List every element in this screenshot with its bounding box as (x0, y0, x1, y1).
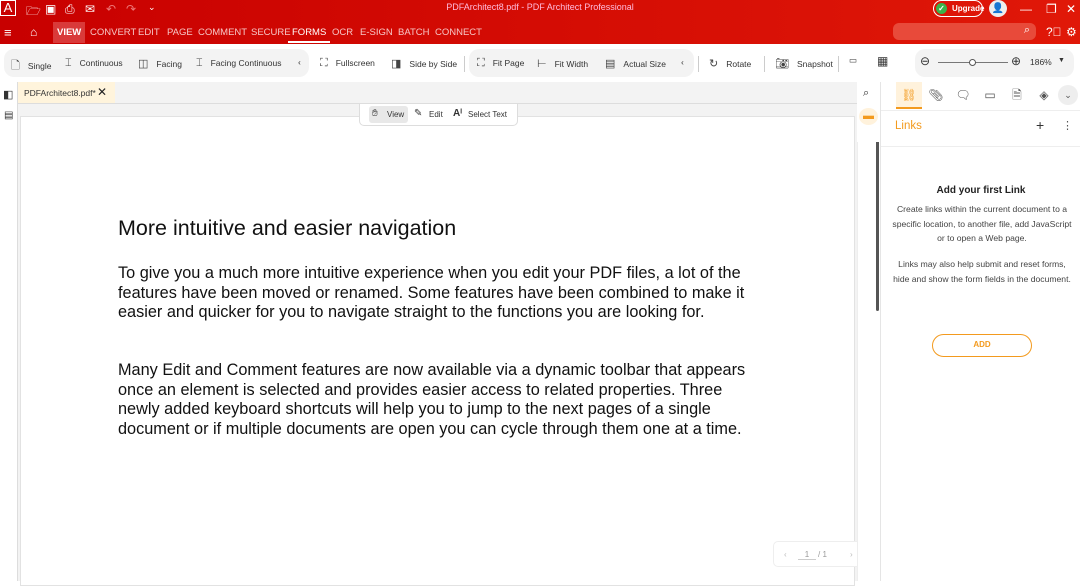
title-bar: A 🗁 ▣ ⎙ ✉ ↶ ↷ ⌄ PDFArchitect8.pdf - PDF … (0, 0, 1080, 44)
tab-e-sign[interactable]: E-SIGN (356, 22, 397, 43)
more-options-icon[interactable]: ⋮ (1062, 119, 1073, 132)
tab-convert[interactable]: CONVERT (86, 22, 140, 43)
tab-view[interactable]: VIEW (53, 22, 86, 43)
search-input[interactable]: ⌕ (893, 23, 1036, 40)
restore-icon[interactable]: ❐ (1046, 2, 1057, 16)
document-tab[interactable]: PDFArchitect8.pdf* ✕ (18, 82, 115, 103)
search-icon: ⌕ (1023, 24, 1030, 36)
empty-state-text: Links may also help submit and reset for… (893, 259, 1071, 284)
page-heading: More intuitive and easier navigation (118, 216, 457, 240)
more-chevron-icon[interactable]: ⌄ (1058, 85, 1078, 105)
zoom-out-icon[interactable]: ⊖ (920, 54, 930, 68)
menu-icon[interactable]: ≡ (4, 25, 12, 40)
side-by-side-icon: ◨ (391, 58, 402, 70)
pencil-icon: ✎ (414, 108, 423, 119)
fit-page-button[interactable]: ⛶ Fit Page (477, 57, 524, 70)
fit-page-icon: ⛶ (477, 57, 485, 69)
snapshot-button[interactable]: 📷︎ Snapshot (775, 57, 833, 70)
fit-width-icon: ⊢ (537, 58, 547, 70)
paragraph: Many Edit and Comment features are now a… (118, 361, 746, 438)
pdf-page (20, 116, 855, 586)
actual-size-button[interactable]: ▤ Actual Size (605, 57, 666, 70)
fullscreen-button[interactable]: ⛶ Fullscreen (320, 57, 375, 70)
links-panel: ⛓ 📎︎ 🗨 ▭ 🗎 ◈ ⌄ Links + ⋮ Add your first … (880, 82, 1080, 581)
tab-comment[interactable]: COMMENT (194, 22, 251, 43)
document-tabs: PDFArchitect8.pdf* ✕ (18, 82, 857, 104)
document-area (18, 104, 857, 586)
comment-icon[interactable]: 🗨 (950, 82, 976, 109)
select-text-button[interactable]: Select Text (468, 110, 507, 119)
hand-icon: ✋︎ (372, 108, 378, 119)
add-link-button[interactable]: ADD (932, 334, 1032, 357)
single-button[interactable]: 🗋 Single (11, 57, 52, 76)
edit-mode-button[interactable]: Edit (429, 110, 443, 119)
close-tab-icon[interactable]: ✕ (97, 85, 107, 99)
grid-icon[interactable]: ▦ (877, 54, 888, 68)
actual-size-icon: ▤ (605, 58, 616, 70)
zoom-in-icon[interactable]: ⊕ (1011, 54, 1021, 68)
side-by-side-button[interactable]: ◨ Side by Side (391, 57, 457, 70)
rotate-icon: ↻ (709, 58, 719, 70)
zoom-dropdown-icon[interactable]: ▼ (1058, 57, 1065, 64)
check-icon: ✓ (936, 3, 947, 14)
view-mode-button[interactable]: View (387, 110, 404, 119)
empty-state-heading: Add your first Link (936, 185, 1026, 196)
help-icon[interactable]: ?⃝ (1046, 25, 1062, 39)
prev-page-icon[interactable]: ‹ (784, 550, 787, 559)
page-total: / 1 (818, 550, 827, 559)
signature-icon[interactable]: 🗎 (1004, 82, 1030, 109)
close-icon[interactable]: ✕ (1066, 2, 1076, 16)
link-icon[interactable]: ⛓ (896, 82, 922, 109)
continuous-icon: ⌶ (65, 57, 72, 69)
page-navigator: ‹ 1 / 1 › (773, 541, 865, 567)
gear-icon[interactable]: ⚙ (1066, 25, 1077, 39)
tab-connect[interactable]: CONNECT (431, 22, 486, 43)
facing-button[interactable]: ◫ Facing (138, 57, 182, 70)
add-link-icon[interactable]: + (1036, 117, 1044, 133)
view-toolbar: 🗋 Single ⌶ Continuous ◫ Facing ⌶ Facing Cont… (0, 44, 1080, 82)
panel-toggle-icon[interactable]: ◧ (3, 88, 13, 101)
zoom-level[interactable]: 186% (1030, 57, 1052, 67)
fit-width-button[interactable]: ⊢ Fit Width (537, 57, 588, 70)
tab-batch[interactable]: BATCH (394, 22, 434, 43)
upgrade-button[interactable]: ✓ Upgrade (933, 0, 985, 17)
camera-icon: 📷︎ (775, 58, 789, 70)
tab-page[interactable]: PAGE (163, 22, 197, 43)
next-page-icon[interactable]: › (850, 550, 853, 559)
paragraph: To give you a much more intuitive experi… (118, 264, 745, 322)
left-sidebar: ◧ ▤ (0, 82, 18, 581)
tab-ocr[interactable]: OCR (328, 22, 357, 43)
zoom-slider-handle[interactable] (969, 59, 976, 66)
fullscreen-icon: ⛶ (320, 57, 328, 69)
pages-icon[interactable]: ▤ (4, 110, 13, 121)
search-icon[interactable]: ⌕ (863, 87, 869, 100)
empty-state-text: Create links within the current document… (892, 204, 1072, 243)
links-panel-icon[interactable]: ▬ (859, 108, 878, 125)
mode-toolbar: ✋︎ View ✎ Edit Aᴵ Select Text (359, 104, 518, 126)
attachment-icon[interactable]: 📎︎ (923, 82, 949, 109)
facing-icon: ◫ (138, 58, 149, 70)
avatar[interactable]: 👤 (989, 0, 1007, 17)
facing-continuous-icon: ⌶ (196, 57, 203, 69)
collapse-chevron-icon[interactable]: ‹ (298, 57, 301, 67)
facing-continuous-button[interactable]: ⌶ Facing Continuous (196, 57, 282, 70)
layers-icon[interactable]: ◈ (1031, 82, 1057, 109)
continuous-button[interactable]: ⌶ Continuous (65, 57, 123, 70)
tool-strip: ⌕ ▬ (857, 82, 880, 142)
rotate-button[interactable]: ↻ Rotate (709, 57, 751, 70)
tab-forms[interactable]: FORMS (288, 22, 331, 43)
single-page-icon: 🗋 (11, 60, 20, 72)
minimize-icon[interactable]: — (1020, 2, 1032, 16)
form-field-icon[interactable]: ▭ (977, 82, 1003, 109)
upgrade-label: Upgrade (952, 4, 985, 13)
collapse-chevron-icon[interactable]: ‹ (681, 57, 684, 67)
ruler-icon[interactable]: ▭ (849, 55, 857, 66)
panel-title: Links (895, 120, 922, 132)
window-title: PDFArchitect8.pdf - PDF Architect Profes… (446, 2, 634, 12)
page-number-input[interactable]: 1 (798, 550, 816, 560)
tab-edit[interactable]: EDIT (134, 22, 164, 43)
scrollbar-thumb[interactable] (876, 136, 879, 311)
home-icon[interactable]: ⌂ (30, 25, 37, 39)
select-text-icon: Aᴵ (453, 108, 463, 119)
